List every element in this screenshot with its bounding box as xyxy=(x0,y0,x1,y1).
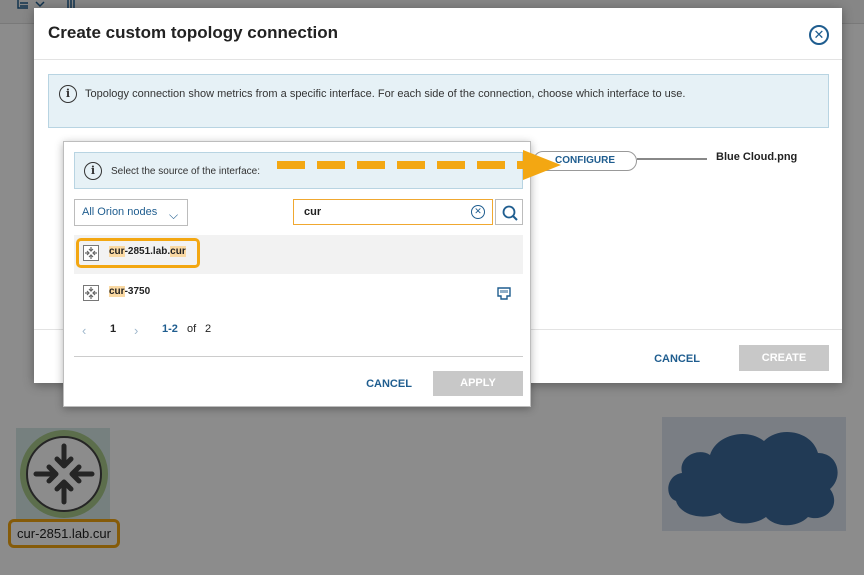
connection-line xyxy=(637,158,707,160)
node-scope-dropdown[interactable]: All Orion nodes ⌵ xyxy=(74,199,188,226)
dialog-info-text: Topology connection show metrics from a … xyxy=(85,88,686,100)
info-icon: i xyxy=(84,162,102,180)
apply-button[interactable]: APPLY xyxy=(433,371,523,396)
dialog-info-banner: i Topology connection show metrics from … xyxy=(48,74,829,128)
result-row[interactable]: cur-3750 xyxy=(74,275,523,314)
target-node-label: Blue Cloud.png xyxy=(716,151,798,163)
current-page: 1 xyxy=(110,323,117,335)
node-icon xyxy=(83,285,99,301)
popup-info-text: Select the source of the interface: xyxy=(111,166,260,177)
pagination: ‹ 1 › 1-2 of 2 xyxy=(82,323,282,339)
cancel-button[interactable]: CANCEL xyxy=(640,347,714,371)
network-port-icon[interactable] xyxy=(496,286,512,302)
interface-source-popup: i Select the source of the interface: Al… xyxy=(63,141,561,407)
search-button[interactable] xyxy=(495,199,523,225)
selection-highlight xyxy=(76,238,200,268)
search-value: cur xyxy=(304,206,322,218)
page-total: 2 xyxy=(205,323,212,335)
clear-icon[interactable]: ✕ xyxy=(471,205,485,219)
create-button[interactable]: CREATE xyxy=(739,345,829,371)
previous-page-icon[interactable]: ‹ xyxy=(82,323,86,338)
dialog-title: Create custom topology connection xyxy=(48,23,338,42)
arrow-annotation xyxy=(277,150,561,180)
popup-footer-divider xyxy=(74,356,523,357)
chevron-down-icon: ⌵ xyxy=(169,208,179,222)
close-icon[interactable]: ✕ xyxy=(809,25,829,45)
search-icon xyxy=(502,205,518,221)
info-icon: i xyxy=(59,85,77,103)
next-page-icon[interactable]: › xyxy=(134,323,138,338)
dropdown-value: All Orion nodes xyxy=(82,206,158,218)
search-input[interactable]: cur ✕ xyxy=(293,199,493,225)
page-of: of xyxy=(187,323,197,335)
page-range: 1-2 xyxy=(162,323,178,335)
popup-cancel-button[interactable]: CANCEL xyxy=(354,372,424,396)
header-divider xyxy=(34,59,842,60)
result-name: cur-3750 xyxy=(109,286,151,297)
